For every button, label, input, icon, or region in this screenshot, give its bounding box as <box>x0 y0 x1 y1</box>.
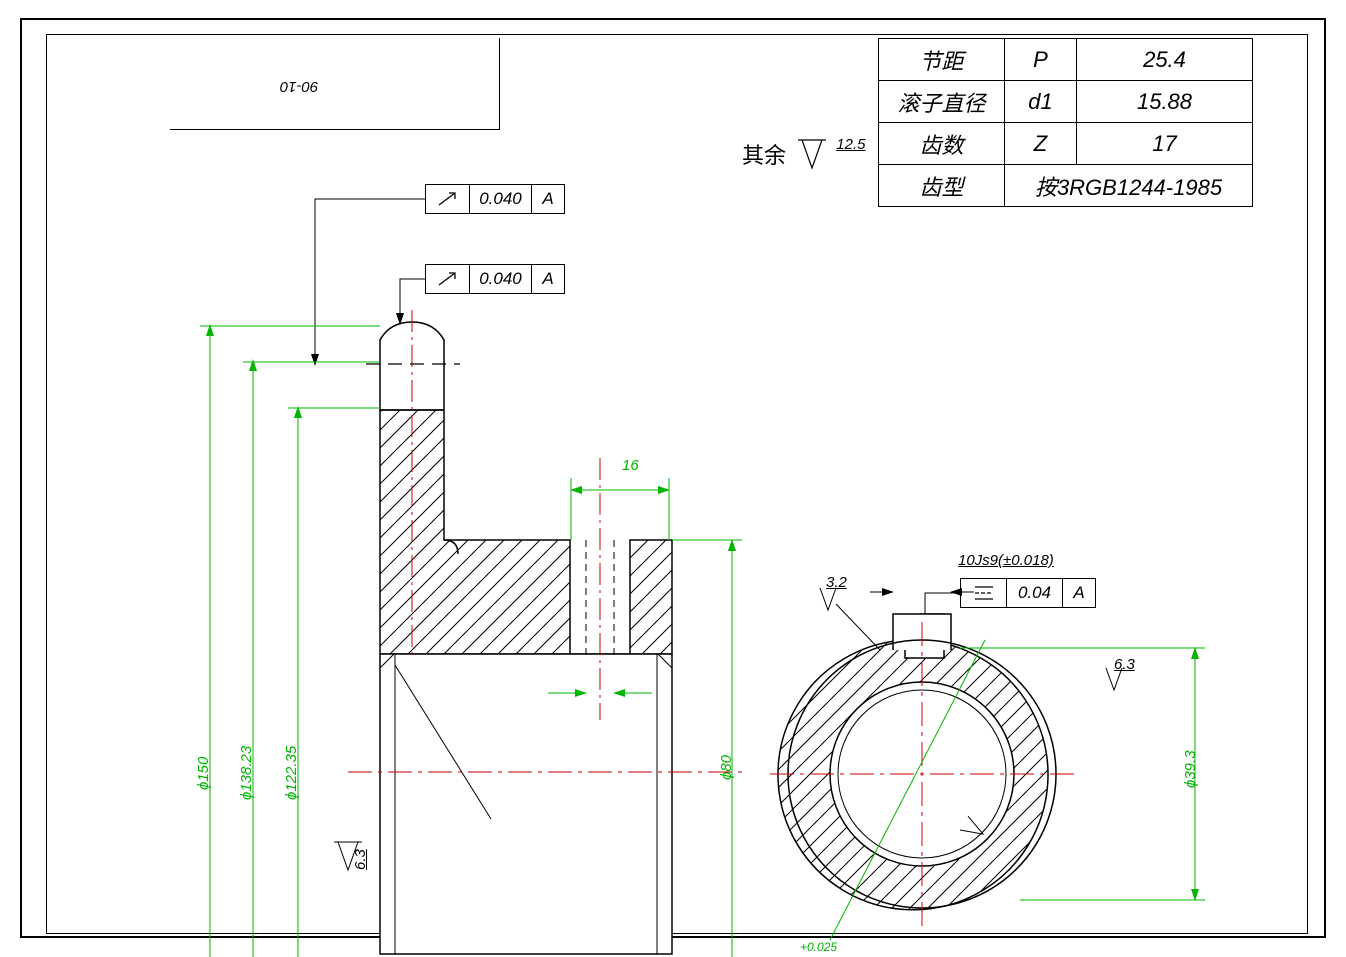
surface-finish-default: 其余 12.5 <box>742 138 867 176</box>
symmetry-icon <box>961 579 1007 607</box>
gear-parameter-table: 节距 P 25.4 滚子直径 d1 15.88 齿数 Z 17 齿型 按3RGB… <box>878 38 1253 207</box>
fcf-datum: A <box>532 265 564 293</box>
param-value: 17 <box>1077 123 1253 165</box>
diameter-122: ϕ122.35 <box>283 746 300 800</box>
param-value: 15.88 <box>1077 81 1253 123</box>
table-row: 齿型 按3RGB1244-1985 <box>879 165 1253 207</box>
part-number-label: 90-10 <box>280 78 318 95</box>
key-width-dimension: 10Js9(±0.018) <box>958 552 1054 569</box>
diameter-138: ϕ138.23 <box>238 746 255 800</box>
width-dimension-16: 16 <box>622 457 639 474</box>
diameter-80: ϕ80 <box>718 755 735 780</box>
param-value: 25.4 <box>1077 39 1253 81</box>
surface-finish-6-3: 6.3 <box>1114 656 1135 673</box>
surface-finish-label: 其余 <box>742 143 786 168</box>
fcf-tolerance: 0.040 <box>470 265 532 293</box>
surface-finish-value: 12.5 <box>836 136 865 153</box>
title-block <box>170 38 500 130</box>
bottom-tolerance: +0.025 <box>800 940 837 954</box>
feature-control-frame-runout-2: 0.040 A <box>425 264 565 294</box>
param-value: 按3RGB1244-1985 <box>1005 165 1253 207</box>
feature-control-frame-runout-1: 0.040 A <box>425 184 565 214</box>
thread-dimension-m10: M10 <box>576 671 605 688</box>
param-name: 齿数 <box>879 123 1005 165</box>
param-name: 节距 <box>879 39 1005 81</box>
param-name: 齿型 <box>879 165 1005 207</box>
table-row: 节距 P 25.4 <box>879 39 1253 81</box>
param-symbol: d1 <box>1005 81 1077 123</box>
runout-icon <box>426 265 470 293</box>
param-symbol: Z <box>1005 123 1077 165</box>
fcf-tolerance: 0.040 <box>470 185 532 213</box>
param-symbol: P <box>1005 39 1077 81</box>
surface-finish-triangle-icon <box>792 138 832 176</box>
surface-finish-3-2: 3.2 <box>826 574 847 591</box>
diameter-150: ϕ150 <box>195 757 212 790</box>
table-row: 滚子直径 d1 15.88 <box>879 81 1253 123</box>
feature-control-frame-symmetry: 0.04 A <box>960 578 1096 608</box>
param-name: 滚子直径 <box>879 81 1005 123</box>
fcf-datum: A <box>532 185 564 213</box>
fcf-tolerance: 0.04 <box>1007 579 1063 607</box>
surface-finish-6-3: 6.3 <box>352 849 369 870</box>
diameter-39: ϕ39.3 <box>1182 750 1199 788</box>
fcf-datum: A <box>1063 579 1095 607</box>
runout-icon <box>426 185 470 213</box>
table-row: 齿数 Z 17 <box>879 123 1253 165</box>
drawing-canvas: 90-10 节距 P 25.4 滚子直径 d1 15.88 齿数 Z 17 齿型… <box>0 0 1346 957</box>
chamfer-dimension: 2×C2 <box>420 814 456 831</box>
